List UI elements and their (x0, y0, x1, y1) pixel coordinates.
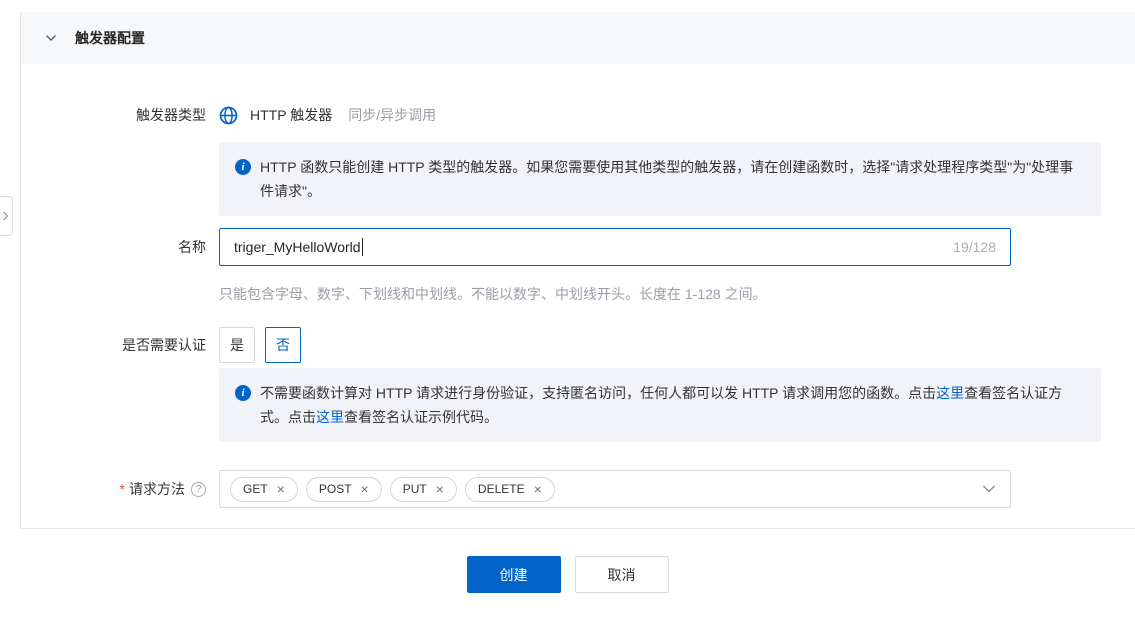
page: 触发器配置 触发器类型 HTTP 触发器 同步/异步调用 i HTTP 函数只能… (0, 0, 1135, 621)
close-icon[interactable]: × (436, 482, 444, 496)
help-icon[interactable]: ? (191, 482, 206, 497)
method-tag-delete: DELETE × (465, 477, 555, 502)
close-icon[interactable]: × (277, 482, 285, 496)
method-tag-label: GET (243, 482, 268, 496)
invocation-mode-text: 同步/异步调用 (348, 105, 436, 125)
chevron-right-icon (1, 210, 10, 222)
method-tag-get: GET × (230, 477, 298, 502)
char-counter: 19/128 (953, 239, 996, 255)
anonymous-access-notice-text: 不需要函数计算对 HTTP 请求进行身份验证，支持匿名访问，任何人都可以发 HT… (260, 381, 1081, 429)
section-title: 触发器配置 (75, 28, 145, 48)
trigger-type-value: HTTP 触发器 同步/异步调用 (219, 104, 436, 126)
auth-option-no[interactable]: 否 (265, 327, 301, 363)
trigger-type-name: HTTP 触发器 (250, 105, 332, 125)
signature-example-link[interactable]: 这里 (316, 409, 344, 425)
globe-icon (219, 106, 238, 125)
auth-label: 是否需要认证 (21, 327, 206, 363)
method-tag-post: POST × (306, 477, 382, 502)
request-method-select[interactable]: GET × POST × PUT × DELETE × (219, 470, 1011, 508)
section-header-trigger-config[interactable]: 触发器配置 (21, 12, 1135, 64)
method-tag-label: DELETE (478, 482, 525, 496)
name-input[interactable]: triger_MyHelloWorld 19/128 (219, 228, 1011, 266)
chevron-down-icon[interactable] (45, 34, 57, 42)
http-trigger-notice-text: HTTP 函数只能创建 HTTP 类型的触发器。如果您需要使用其他类型的触发器，… (260, 155, 1081, 203)
name-label: 名称 (21, 228, 206, 266)
create-button[interactable]: 创建 (467, 556, 561, 593)
info-icon: i (235, 385, 251, 401)
side-panel-expand-button[interactable] (0, 196, 13, 236)
http-trigger-notice: i HTTP 函数只能创建 HTTP 类型的触发器。如果您需要使用其他类型的触发… (219, 142, 1101, 216)
request-method-label-text: 请求方法 (129, 479, 185, 499)
method-tag-put: PUT × (390, 477, 457, 502)
name-input-value: triger_MyHelloWorld (234, 239, 361, 255)
notice-text-part3: 查看签名认证示例代码。 (344, 409, 498, 425)
footer-actions: 创建 取消 (0, 556, 1135, 593)
signature-auth-link[interactable]: 这里 (936, 385, 964, 401)
cancel-button[interactable]: 取消 (575, 556, 669, 593)
request-method-label: * 请求方法 ? (21, 470, 206, 508)
text-cursor (362, 238, 363, 256)
name-helper-text: 只能包含字母、数字、下划线和中划线。不能以数字、中划线开头。长度在 1-128 … (219, 284, 767, 304)
auth-option-yes[interactable]: 是 (219, 327, 255, 363)
chevron-down-icon[interactable] (982, 485, 996, 494)
close-icon[interactable]: × (361, 482, 369, 496)
auth-toggle-group: 是 否 (219, 327, 301, 363)
trigger-type-label: 触发器类型 (21, 104, 206, 126)
method-tag-label: POST (319, 482, 352, 496)
trigger-config-panel: 触发器配置 触发器类型 HTTP 触发器 同步/异步调用 i HTTP 函数只能… (20, 12, 1135, 529)
info-icon: i (235, 159, 251, 175)
notice-text-part1: 不需要函数计算对 HTTP 请求进行身份验证，支持匿名访问，任何人都可以发 HT… (260, 385, 936, 401)
anonymous-access-notice: i 不需要函数计算对 HTTP 请求进行身份验证，支持匿名访问，任何人都可以发 … (219, 368, 1101, 442)
close-icon[interactable]: × (534, 482, 542, 496)
method-tag-label: PUT (403, 482, 427, 496)
required-asterisk: * (120, 481, 125, 497)
